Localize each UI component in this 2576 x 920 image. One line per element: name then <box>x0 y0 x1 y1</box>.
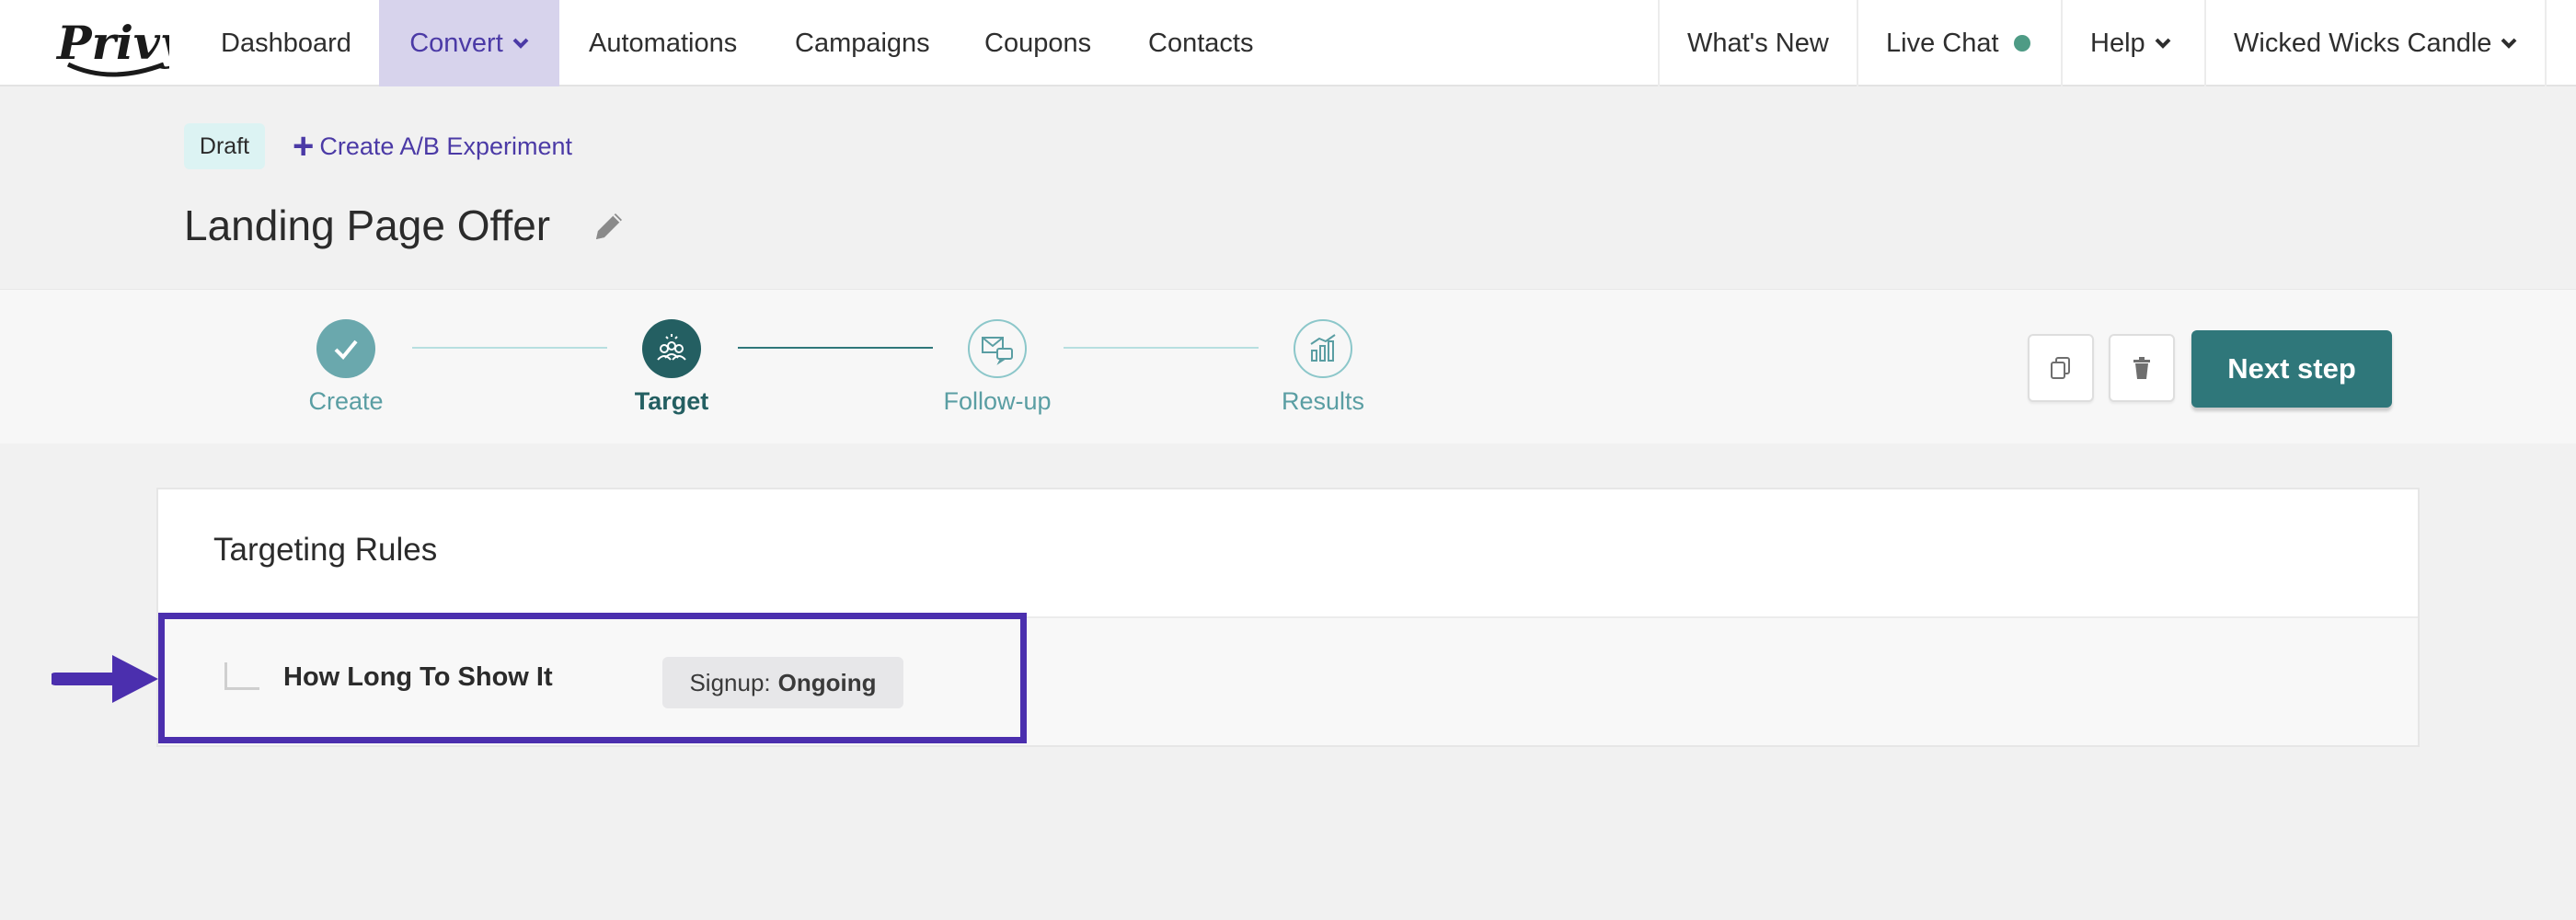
nav-automations[interactable]: Automations <box>589 0 737 86</box>
step-connector <box>738 347 933 349</box>
chevron-down-icon <box>512 38 529 49</box>
nav-convert-label: Convert <box>409 28 503 58</box>
nav-divider <box>1658 0 1660 86</box>
step-connector <box>1064 347 1259 349</box>
step-target-label: Target <box>634 387 709 415</box>
audience-icon <box>657 334 686 361</box>
nav-campaigns[interactable]: Campaigns <box>795 0 930 86</box>
duplicate-button[interactable] <box>2028 334 2094 402</box>
step-create[interactable] <box>316 319 375 378</box>
account-name: Wicked Wicks Candle <box>2234 28 2492 58</box>
nav-divider <box>2061 0 2063 86</box>
step-results[interactable] <box>1294 319 1352 378</box>
page-title: Landing Page Offer <box>184 201 551 249</box>
nav-divider <box>2204 0 2206 86</box>
logo-text: Privy <box>55 16 169 70</box>
step-create-label: Create <box>308 387 384 415</box>
nav-coupons-label: Coupons <box>984 28 1092 58</box>
nav-help[interactable]: Help <box>2090 0 2171 86</box>
nav-divider <box>1857 0 1858 86</box>
status-badge-label: Draft <box>199 132 250 159</box>
step-follow-up[interactable] <box>968 319 1027 378</box>
step-target[interactable] <box>642 319 701 378</box>
chat-online-indicator <box>2013 35 2030 52</box>
nav-live-chat[interactable]: Live Chat <box>1886 0 2030 86</box>
chevron-down-icon <box>2155 38 2171 49</box>
nav-convert[interactable]: Convert <box>379 0 559 86</box>
create-ab-experiment-label: Create A/B Experiment <box>319 132 572 160</box>
live-chat-label: Live Chat <box>1886 28 1999 58</box>
nav-campaigns-label: Campaigns <box>795 28 930 58</box>
nav-automations-label: Automations <box>589 28 738 58</box>
copy-icon <box>2051 357 2070 379</box>
step-connector <box>412 347 607 349</box>
check-icon <box>334 339 358 360</box>
nav-whats-new[interactable]: What's New <box>1687 0 1829 86</box>
annotation-arrow-icon <box>52 655 158 703</box>
delete-button[interactable] <box>2109 334 2175 402</box>
whats-new-label: What's New <box>1687 28 1829 58</box>
annotation-highlight-box <box>158 613 1027 743</box>
campaign-stepper: Create Target Follow-up Results Next ste… <box>0 289 2576 443</box>
next-step-button[interactable]: Next step <box>2191 330 2392 408</box>
nav-contacts[interactable]: Contacts <box>1148 0 1253 86</box>
step-follow-up-label: Follow-up <box>943 387 1052 415</box>
privy-logo[interactable]: Privy <box>55 13 169 77</box>
nav-coupons[interactable]: Coupons <box>984 0 1091 86</box>
help-label: Help <box>2090 28 2145 58</box>
nav-divider <box>2545 0 2547 86</box>
card-title: Targeting Rules <box>213 532 438 568</box>
account-menu[interactable]: Wicked Wicks Candle <box>2234 0 2517 86</box>
pencil-icon[interactable] <box>589 206 629 247</box>
nav-dashboard[interactable]: Dashboard <box>221 0 351 86</box>
status-badge: Draft <box>184 123 265 169</box>
plus-icon: + <box>293 126 315 167</box>
next-step-label: Next step <box>2227 352 2356 385</box>
create-ab-experiment-link[interactable]: + Create A/B Experiment <box>293 125 572 167</box>
top-navigation: Privy Dashboard Convert Automations Camp… <box>0 0 2576 86</box>
bar-chart-icon <box>1310 334 1336 362</box>
mail-chat-icon <box>982 337 1013 365</box>
trash-icon <box>2133 357 2150 379</box>
nav-dashboard-label: Dashboard <box>221 28 351 58</box>
chevron-down-icon <box>2501 38 2517 49</box>
step-results-label: Results <box>1281 387 1365 415</box>
nav-contacts-label: Contacts <box>1148 28 1254 58</box>
